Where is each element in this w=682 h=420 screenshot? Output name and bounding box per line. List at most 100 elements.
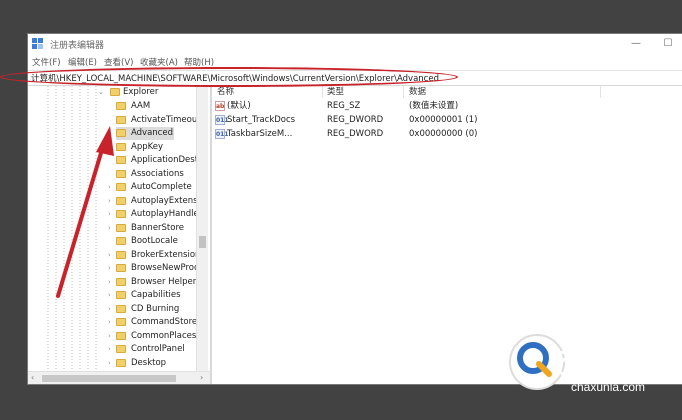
folder-icon <box>116 358 126 367</box>
chevron-right-icon[interactable]: › <box>108 208 114 221</box>
tree-item-autocomplete[interactable]: › AutoComplete <box>108 181 196 194</box>
menu-help[interactable]: 帮助(H) <box>184 56 214 68</box>
scroll-left-icon[interactable]: ‹ <box>31 373 34 382</box>
chevron-right-icon[interactable]: › <box>108 289 114 302</box>
tree-item-controlpanel[interactable]: › ControlPanel <box>108 343 196 356</box>
window-title: 注册表编辑器 <box>50 41 105 51</box>
watermark-logo-icon <box>509 334 565 390</box>
value-data: 0x00000000 (0) <box>409 129 478 139</box>
scroll-thumb[interactable] <box>199 236 206 248</box>
tree-item-aam[interactable]: AAM <box>108 100 196 113</box>
tree-item-capabilities[interactable]: › Capabilities <box>108 289 196 302</box>
watermark-text: 查询啦 <box>559 346 652 381</box>
tree-item-autoplayhandle[interactable]: › AutoplayHandle <box>108 208 199 221</box>
chevron-right-icon[interactable]: › <box>108 195 114 208</box>
dword-value-icon: 011 <box>215 115 229 125</box>
tree-item-label: Browser Helper <box>131 276 197 287</box>
folder-icon <box>116 115 126 124</box>
folder-icon <box>116 277 126 286</box>
tree-item-label: CommonPlaces <box>131 330 197 341</box>
value-data: (数值未设置) <box>409 101 459 111</box>
tree-item-autoplayextensi[interactable]: › AutoplayExtensi <box>108 195 200 208</box>
tree-item-label: Associations <box>131 168 184 179</box>
tree-item-brokerextension[interactable]: › BrokerExtension <box>108 249 200 262</box>
tree-vertical-scrollbar[interactable] <box>196 86 208 371</box>
value-type: REG_DWORD <box>327 115 384 125</box>
value-name: (默认) <box>227 101 251 111</box>
tree-item-commonplaces[interactable]: › CommonPlaces <box>108 330 196 343</box>
folder-icon <box>116 237 126 245</box>
key-tree-pane[interactable]: ⌄ Explorer AAM ActivateTimeout › Advance… <box>28 86 210 371</box>
folder-icon <box>116 142 126 151</box>
tree-item-commandstore[interactable]: › CommandStore <box>108 316 197 329</box>
folder-icon <box>116 169 126 178</box>
chevron-right-icon[interactable]: › <box>108 127 114 140</box>
tree-item-label: BootLocale <box>131 236 178 246</box>
chevron-right-icon[interactable]: › <box>108 222 114 235</box>
chevron-right-icon[interactable]: › <box>108 316 114 329</box>
column-divider[interactable] <box>322 86 323 98</box>
chevron-right-icon[interactable]: › <box>108 330 114 343</box>
tree-item-bootlocale[interactable]: BootLocale <box>108 235 196 248</box>
tree-item-label: Explorer <box>123 87 159 97</box>
folder-icon <box>116 250 126 259</box>
value-type: REG_DWORD <box>327 129 384 139</box>
scroll-thumb[interactable] <box>42 375 176 382</box>
folder-icon <box>116 156 126 164</box>
scroll-right-icon[interactable]: › <box>200 373 203 382</box>
tree-item-desktop[interactable]: › Desktop <box>108 357 196 370</box>
maximize-button[interactable]: ☐ <box>658 36 678 52</box>
menu-view[interactable]: 查看(V) <box>104 56 133 68</box>
folder-icon <box>116 102 126 110</box>
menu-file[interactable]: 文件(F) <box>32 56 61 68</box>
chevron-right-icon[interactable]: › <box>108 141 114 154</box>
menu-bar: 文件(F) 编辑(E) 查看(V) 收藏夹(A) 帮助(H) <box>28 54 682 70</box>
chevron-right-icon[interactable]: › <box>108 262 114 275</box>
tree-item-label: ApplicationDest <box>131 155 199 165</box>
string-value-icon: ab <box>215 101 225 111</box>
chevron-right-icon[interactable]: › <box>108 249 114 262</box>
tree-item-associations[interactable]: Associations <box>108 168 196 181</box>
tree-item-appkey[interactable]: › AppKey <box>108 141 196 154</box>
tree-horizontal-scrollbar[interactable]: ‹ › <box>28 371 210 384</box>
column-header-type[interactable]: 类型 <box>327 86 344 98</box>
column-divider[interactable] <box>600 86 601 98</box>
value-type: REG_SZ <box>327 101 361 111</box>
menu-edit[interactable]: 编辑(E) <box>68 56 97 68</box>
tree-item-advanced[interactable]: › Advanced <box>108 127 196 140</box>
chevron-right-icon[interactable]: › <box>108 181 114 194</box>
address-bar[interactable]: 计算机\HKEY_LOCAL_MACHINE\SOFTWARE\Microsof… <box>28 70 682 86</box>
tree-item-activatetimeout[interactable]: ActivateTimeout <box>108 114 201 127</box>
tree-item-applicationdest[interactable]: ApplicationDest <box>108 154 199 167</box>
value-data: 0x00000001 (1) <box>409 115 478 125</box>
column-header-data[interactable]: 数据 <box>409 86 426 98</box>
folder-icon <box>116 345 126 353</box>
column-header-name[interactable]: 名称 <box>217 86 234 98</box>
chevron-right-icon[interactable]: › <box>108 343 114 356</box>
chevron-right-icon[interactable]: › <box>108 303 114 316</box>
tree-item-label: Desktop <box>131 357 167 368</box>
tree-item-label: ControlPanel <box>131 344 185 354</box>
menu-favorites[interactable]: 收藏夹(A) <box>140 56 178 68</box>
tree-item-bannerstore[interactable]: › BannerStore <box>108 222 196 235</box>
tree-guide-lines <box>47 86 97 371</box>
tree-item-browsenewproc[interactable]: › BrowseNewProc <box>108 262 199 275</box>
folder-icon <box>116 318 126 326</box>
chevron-down-icon[interactable]: ⌄ <box>98 86 104 99</box>
value-name: Start_TrackDocs <box>227 115 296 125</box>
registry-app-icon <box>32 38 43 49</box>
tree-item-explorer[interactable]: ⌄ Explorer <box>98 86 198 99</box>
minimize-button[interactable]: — <box>626 36 646 52</box>
tree-item-label: BrokerExtension <box>131 249 201 260</box>
watermark: 查询啦 chaxunla.com <box>503 330 682 420</box>
chevron-right-icon[interactable]: › <box>108 357 114 370</box>
tree-item-label: AppKey <box>131 141 164 152</box>
tree-item-label: AutoplayHandle <box>131 209 199 219</box>
folder-icon <box>116 264 126 272</box>
tree-item-browser-helper[interactable]: › Browser Helper <box>108 276 196 289</box>
chevron-right-icon[interactable]: › <box>108 276 114 289</box>
tree-item-label: Capabilities <box>131 290 181 300</box>
tree-item-cd-burning[interactable]: › CD Burning <box>108 303 196 316</box>
title-bar: 注册表编辑器 — ☐ <box>28 34 682 54</box>
column-divider[interactable] <box>403 86 404 98</box>
